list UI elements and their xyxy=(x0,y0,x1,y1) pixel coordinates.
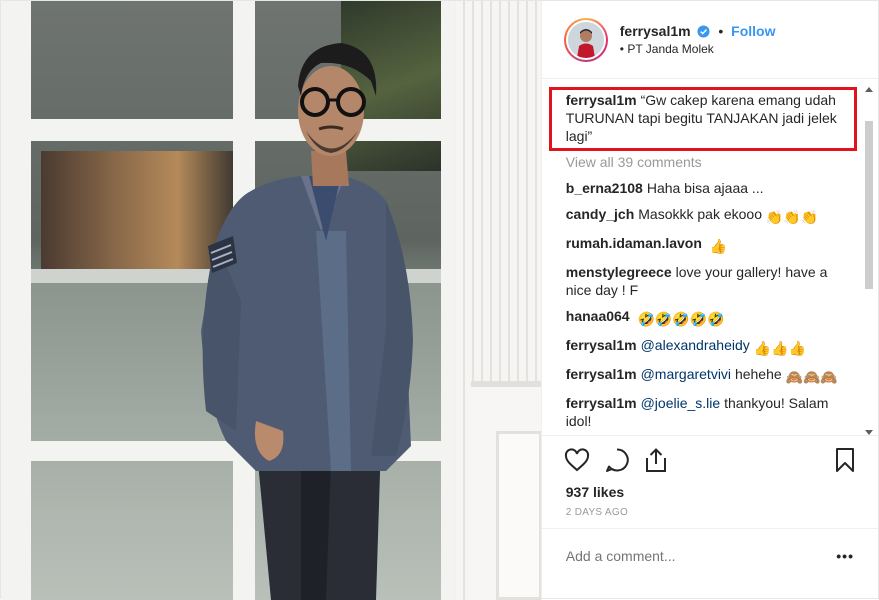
comment-button[interactable] xyxy=(604,440,644,480)
verified-badge-icon xyxy=(697,24,711,38)
thumbs-up-emoji: 👍 xyxy=(709,238,728,254)
save-button[interactable] xyxy=(834,440,858,480)
comment-mention[interactable]: @alexandraheidy xyxy=(641,337,750,353)
avatar[interactable] xyxy=(563,17,608,62)
instagram-post: ferrysal1m • Follow • PT Janda Molek fer… xyxy=(0,0,879,600)
comment-item: ferrysal1m @joelie_s.lie thankyou! Salam … xyxy=(566,394,850,430)
share-button[interactable] xyxy=(644,440,684,480)
comment-username[interactable]: hanaa064 xyxy=(566,308,630,324)
man-figure xyxy=(201,43,413,600)
rofl-emoji: 🤣🤣🤣🤣🤣 xyxy=(637,311,725,327)
post-photo[interactable] xyxy=(1,1,541,600)
scroll-up-arrow-icon[interactable] xyxy=(865,87,873,92)
location-link[interactable]: PT Janda Molek xyxy=(627,42,714,56)
post-header: ferrysal1m • Follow • PT Janda Molek xyxy=(541,1,878,79)
header-separator: • xyxy=(718,22,724,39)
comment-item: candy_jch Masokkk pak ekooo 👏👏👏 xyxy=(566,205,850,226)
share-icon xyxy=(645,447,666,472)
comment-item: b_erna2108 Haha bisa ajaaa ... xyxy=(566,179,850,197)
caption-username[interactable]: ferrysal1m xyxy=(566,92,637,108)
comment-mention[interactable]: @joelie_s.lie xyxy=(641,395,721,411)
caption: ferrysal1m “Gw cakep karena emang udah TU… xyxy=(566,91,850,145)
thumbs-up-emoji: 👍👍👍 xyxy=(753,340,806,356)
post-timestamp[interactable]: 2 DAYS AGO xyxy=(541,501,878,529)
comment-username[interactable]: menstylegreece xyxy=(566,264,672,280)
more-options-button[interactable]: ••• xyxy=(834,548,854,564)
avatar-image xyxy=(567,21,604,58)
comment-username[interactable]: candy_jch xyxy=(566,206,634,222)
comment-text: Haha bisa ajaaa ... xyxy=(646,180,764,196)
scroll-down-arrow-icon[interactable] xyxy=(865,430,873,435)
comment-username[interactable]: ferrysal1m xyxy=(566,395,637,411)
action-bar xyxy=(541,435,878,483)
likes-count[interactable]: 937 likes xyxy=(542,483,878,501)
comment-text: Masokkk pak ekooo xyxy=(638,206,762,222)
comments-list[interactable]: ferrysal1m “Gw cakep karena emang udah TU… xyxy=(542,79,878,435)
comment-username[interactable]: ferrysal1m xyxy=(566,366,637,382)
comment-username[interactable]: ferrysal1m xyxy=(566,337,637,353)
comment-text: hehehe xyxy=(734,366,782,382)
comment-icon xyxy=(605,447,629,472)
header-username[interactable]: ferrysal1m xyxy=(620,23,691,39)
scrollbar-thumb[interactable] xyxy=(865,121,873,289)
comment-username[interactable]: b_erna2108 xyxy=(566,180,643,196)
comments-scrollbar[interactable] xyxy=(864,87,874,435)
add-comment-input[interactable] xyxy=(565,548,834,564)
comment-mention[interactable]: @margaretvivi xyxy=(641,366,731,382)
comment-item: hanaa064 🤣🤣🤣🤣🤣 xyxy=(566,307,850,328)
comment-item: ferrysal1m @margaretvivi hehehe 🙈🙈🙈 xyxy=(566,365,850,386)
like-button[interactable] xyxy=(564,440,604,480)
post-sidebar: ferrysal1m • Follow • PT Janda Molek fer… xyxy=(540,1,878,600)
comment-item: ferrysal1m @alexandraheidy 👍👍👍 xyxy=(566,336,850,357)
comment-item: rumah.idaman.lavon 👍 xyxy=(566,234,850,255)
view-all-comments-link[interactable]: View all 39 comments xyxy=(566,153,850,171)
heart-icon xyxy=(564,447,589,471)
see-no-evil-monkey-emoji: 🙈🙈🙈 xyxy=(785,369,838,385)
clapping-hands-emoji: 👏👏👏 xyxy=(765,209,819,225)
bookmark-icon xyxy=(836,447,854,472)
follow-button[interactable]: Follow xyxy=(731,23,775,39)
add-comment-section: ••• xyxy=(542,529,878,583)
comment-item: menstylegreece love your gallery! have a … xyxy=(566,263,850,299)
comment-username[interactable]: rumah.idaman.lavon xyxy=(566,235,702,251)
